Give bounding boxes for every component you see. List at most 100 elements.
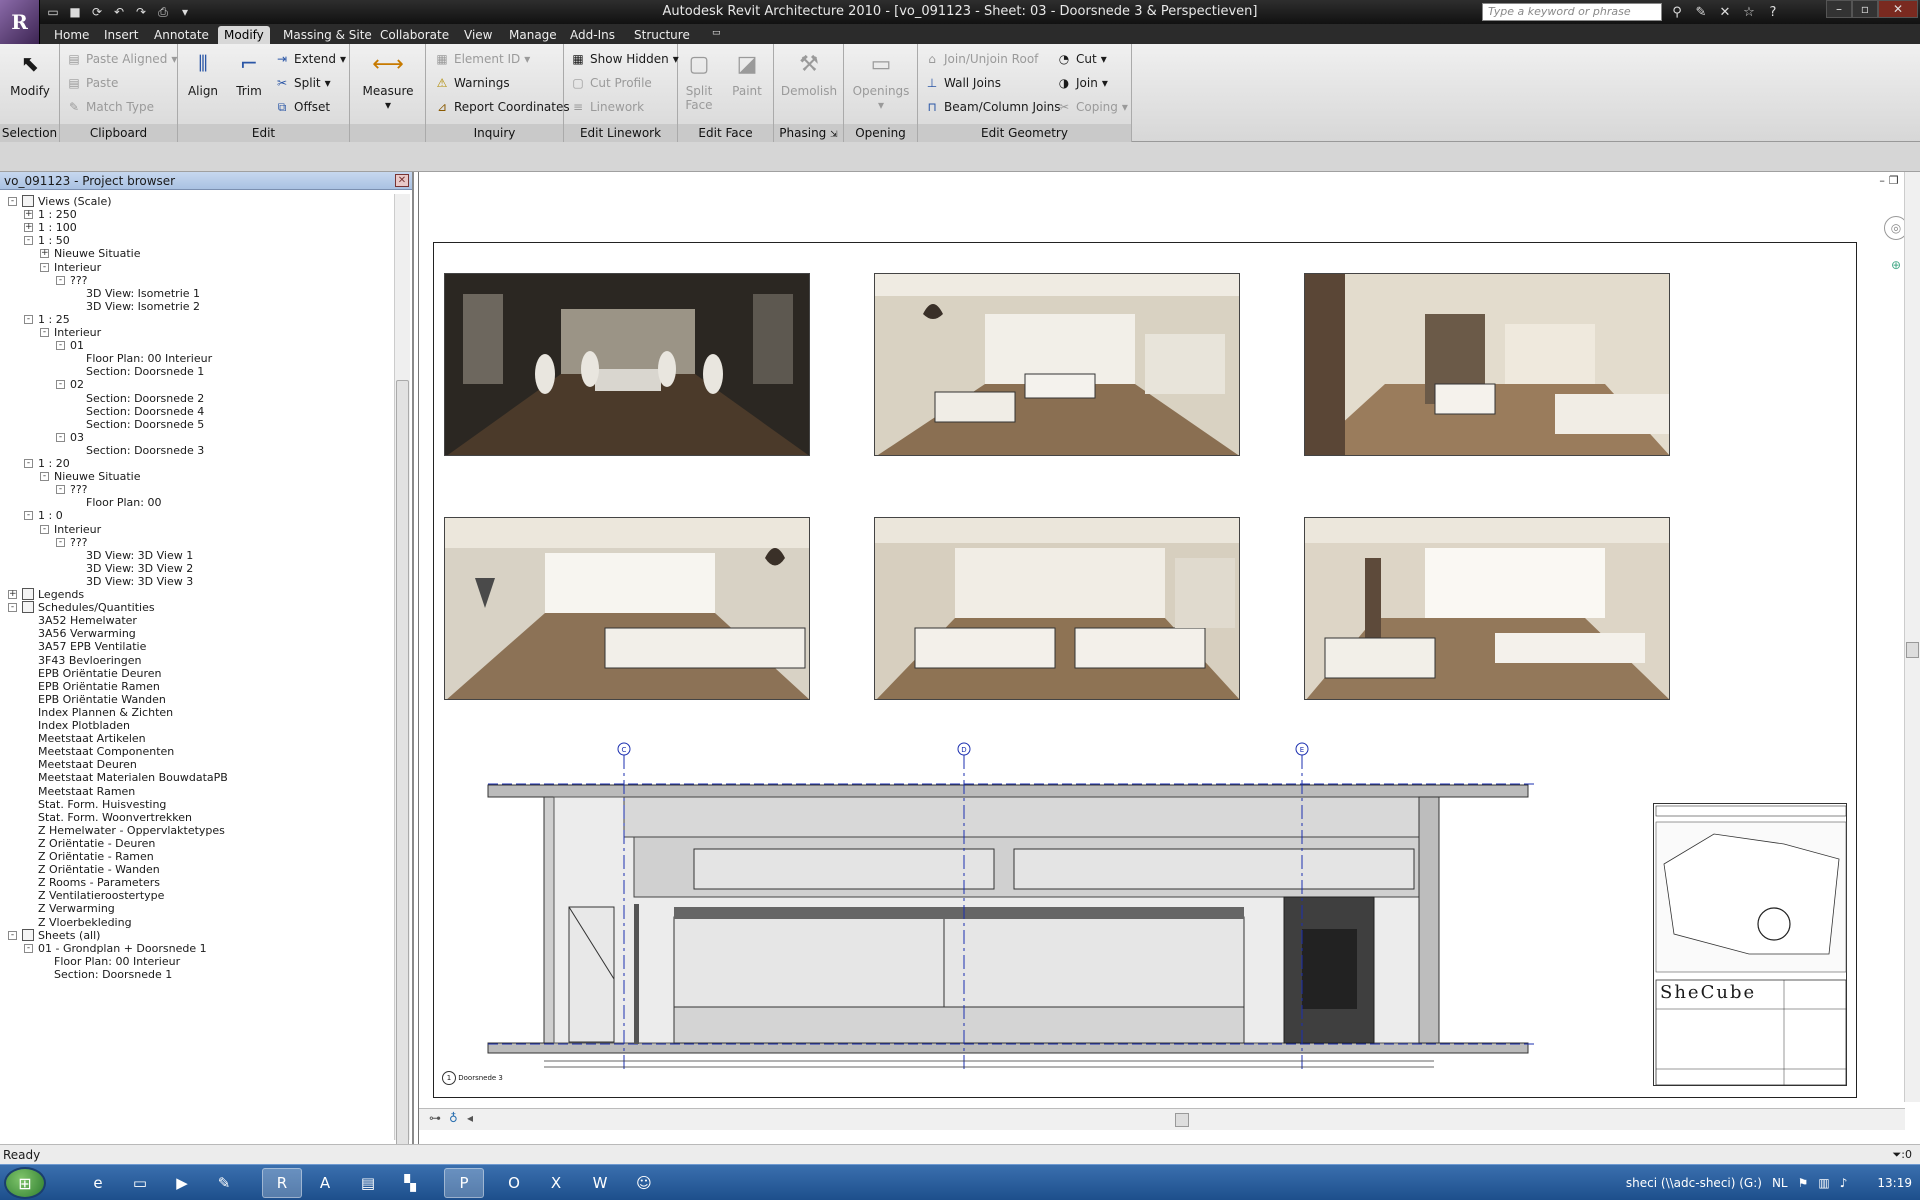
- tab-modify[interactable]: Modify: [218, 26, 270, 44]
- collapse-icon[interactable]: -: [8, 930, 17, 940]
- flag-icon[interactable]: ⚑: [1798, 1176, 1809, 1190]
- excel-icon[interactable]: X: [536, 1168, 576, 1198]
- tab-annotate[interactable]: Annotate: [148, 26, 215, 44]
- print-icon[interactable]: ⎙: [154, 3, 172, 21]
- collapse-icon[interactable]: -: [56, 380, 65, 390]
- expand-icon[interactable]: +: [24, 210, 33, 220]
- openings-button[interactable]: ▭ Openings ▾: [848, 50, 914, 113]
- report-coordinates-button[interactable]: ⊿ Report Coordinates: [434, 97, 570, 117]
- file-manager-icon[interactable]: ▤: [348, 1168, 388, 1198]
- collapse-icon[interactable]: -: [24, 943, 33, 953]
- cut-button[interactable]: ◔ Cut ▾: [1056, 49, 1107, 69]
- linework-button[interactable]: ≡ Linework: [570, 97, 644, 117]
- explorer-folder-icon[interactable]: ▭: [120, 1168, 160, 1198]
- collapse-icon[interactable]: -: [56, 432, 65, 442]
- close-icon[interactable]: ✕: [395, 174, 409, 187]
- join-button[interactable]: ◑ Join ▾: [1056, 73, 1108, 93]
- customize-qat-icon[interactable]: ▾: [176, 3, 194, 21]
- section-view-doorsnede-3[interactable]: C D E: [484, 739, 1534, 1069]
- tab-home[interactable]: Home: [48, 26, 95, 44]
- search-input[interactable]: Type a keyword or phrase: [1482, 3, 1662, 21]
- collapse-icon[interactable]: -: [40, 472, 49, 482]
- expand-icon[interactable]: +: [8, 590, 17, 599]
- save-icon[interactable]: ■: [66, 3, 84, 21]
- help-icon[interactable]: ?: [1762, 2, 1784, 22]
- canvas-vscroll-thumb[interactable]: [1906, 642, 1919, 658]
- tab-collaborate[interactable]: Collaborate: [374, 26, 455, 44]
- paste-aligned-button[interactable]: ▤ Paste Aligned ▾: [66, 49, 177, 69]
- collapse-icon[interactable]: -: [40, 524, 49, 534]
- paint-button[interactable]: ◪ Paint: [721, 50, 773, 99]
- tab-add-ins[interactable]: Add-Ins: [564, 26, 621, 44]
- acrobat-icon[interactable]: A: [305, 1168, 345, 1198]
- word-icon[interactable]: W: [580, 1168, 620, 1198]
- drawing-canvas[interactable]: – ❐ ✕: [418, 172, 1920, 1144]
- internet-explorer-icon[interactable]: e: [78, 1168, 118, 1198]
- collapse-icon[interactable]: -: [8, 603, 17, 613]
- match-type-button[interactable]: ✎ Match Type: [66, 97, 154, 117]
- tab-structure[interactable]: Structure: [628, 26, 696, 44]
- collapse-icon[interactable]: -: [24, 511, 33, 521]
- selection-filter[interactable]: ⏷:0: [1892, 1145, 1912, 1165]
- clock[interactable]: 13:19: [1877, 1176, 1912, 1190]
- scroll-left-icon[interactable]: ◂: [467, 1111, 473, 1125]
- view-restore-icon[interactable]: ❐: [1889, 174, 1899, 187]
- undo-icon[interactable]: ↶: [110, 3, 128, 21]
- perspective-render-6[interactable]: [1304, 517, 1670, 700]
- perspective-render-5[interactable]: [874, 517, 1240, 700]
- perspective-render-2[interactable]: [874, 273, 1240, 456]
- split-button[interactable]: ✂ Split ▾: [274, 73, 331, 93]
- expand-icon[interactable]: +: [24, 223, 33, 233]
- drive-label[interactable]: sheci (\\adc-sheci) (G:): [1626, 1176, 1762, 1190]
- binoculars-icon[interactable]: ⚲: [1666, 2, 1688, 22]
- network-icon[interactable]: ▥: [1818, 1176, 1829, 1190]
- open-icon[interactable]: ▭: [44, 3, 62, 21]
- tab-manage[interactable]: Manage: [503, 26, 563, 44]
- powerpoint-icon[interactable]: P: [444, 1168, 484, 1198]
- messenger-icon[interactable]: ☺: [624, 1168, 664, 1198]
- collapse-icon[interactable]: -: [24, 236, 33, 246]
- media-player-icon[interactable]: ▶: [162, 1168, 202, 1198]
- cut-profile-button[interactable]: ▢ Cut Profile: [570, 73, 652, 93]
- outlook-icon[interactable]: O: [494, 1168, 534, 1198]
- sync-icon[interactable]: ⟳: [88, 3, 106, 21]
- tab-view[interactable]: View: [458, 26, 498, 44]
- extend-button[interactable]: ⇥ Extend ▾: [274, 49, 346, 69]
- beam-column-joins-button[interactable]: ⊓ Beam/Column Joins: [924, 97, 1060, 117]
- canvas-hscroll-thumb[interactable]: [1175, 1113, 1189, 1127]
- pdf-icon[interactable]: ▚: [390, 1168, 430, 1198]
- tab-massing-site[interactable]: Massing & Site: [277, 26, 378, 44]
- collapse-icon[interactable]: -: [56, 537, 65, 547]
- demolish-button[interactable]: ⚒ Demolish: [778, 50, 840, 99]
- collapse-icon[interactable]: -: [24, 459, 33, 468]
- sun-path-icon[interactable]: ♁: [449, 1111, 458, 1125]
- collapse-icon[interactable]: -: [40, 328, 49, 337]
- volume-icon[interactable]: ♪: [1840, 1176, 1848, 1190]
- sketchbook-icon[interactable]: ✎: [204, 1168, 244, 1198]
- revit-taskbar-icon[interactable]: R: [262, 1168, 302, 1198]
- perspective-render-3[interactable]: [1304, 273, 1670, 456]
- modify-button[interactable]: ⬉ Modify: [3, 50, 57, 99]
- join-unjoin-roof-button[interactable]: ⌂ Join/Unjoin Roof: [924, 49, 1038, 69]
- collapse-icon[interactable]: -: [56, 341, 65, 351]
- start-button[interactable]: ⊞: [4, 1167, 46, 1199]
- minimize-button[interactable]: –: [1826, 0, 1852, 18]
- element-id-button[interactable]: ▦ Element ID ▾: [434, 49, 530, 69]
- language-indicator[interactable]: NL: [1772, 1176, 1788, 1190]
- phasing-expand-icon[interactable]: ⇲: [830, 130, 838, 140]
- view-minimize-icon[interactable]: –: [1879, 174, 1885, 187]
- offset-button[interactable]: ⧉ Offset: [274, 97, 330, 117]
- perspective-render-4[interactable]: [444, 517, 810, 700]
- canvas-vertical-scrollbar[interactable]: [1904, 172, 1920, 1102]
- warnings-button[interactable]: ⚠ Warnings: [434, 73, 510, 93]
- tools-icon[interactable]: ✎: [1690, 2, 1712, 22]
- close-button[interactable]: ✕: [1878, 0, 1918, 18]
- paste-button[interactable]: ▤ Paste: [66, 73, 118, 93]
- communication-icon[interactable]: ✕: [1714, 2, 1736, 22]
- favorites-icon[interactable]: ☆: [1738, 2, 1760, 22]
- application-menu-button[interactable]: R: [0, 0, 40, 44]
- collapse-icon[interactable]: -: [8, 197, 17, 206]
- collapse-icon[interactable]: -: [40, 262, 49, 272]
- ribbon-minimize-icon[interactable]: ▭: [706, 26, 727, 44]
- coping-button[interactable]: ✂ Coping ▾: [1056, 97, 1128, 117]
